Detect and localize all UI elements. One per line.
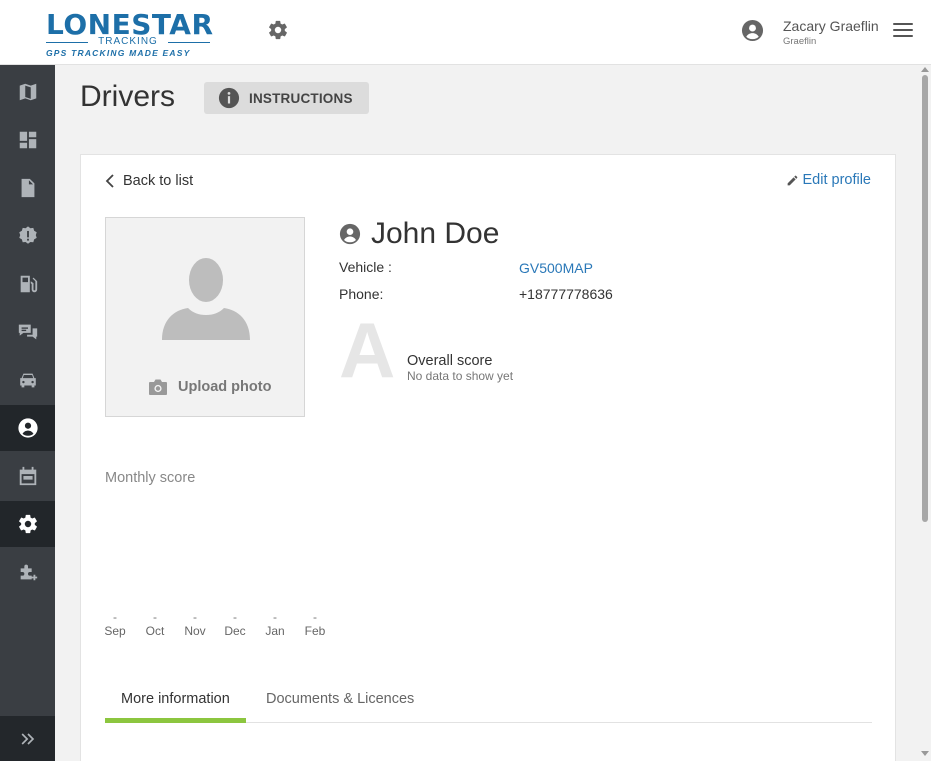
vehicle-label: Vehicle : [339,259,392,275]
sidebar-item-settings[interactable] [0,501,55,547]
month-label: Oct [145,624,165,638]
instructions-button[interactable]: INSTRUCTIONS [204,82,369,114]
sidebar-item-fuel[interactable] [0,261,55,307]
month-value: - [193,610,197,624]
score-grade: A [339,306,396,394]
month-label: Sep [104,624,126,638]
chevron-left-icon [105,174,114,188]
overall-score-label: Overall score [407,353,493,369]
upload-photo[interactable]: Upload photo [148,378,271,396]
month-value: - [113,610,117,624]
lonestar-logo[interactable]: LONESTAR TRACKING GPS TRACKING MADE EASY [46,10,216,58]
double-chevron-right-icon [21,732,34,745]
profile-tabs: More information Documents & Licences [105,678,872,723]
overall-score-status: No data to show yet [407,369,514,383]
photo-upload-box[interactable]: Upload photo [105,217,305,417]
person-silhouette-icon [162,258,250,340]
driver-name: John Doe [371,217,500,250]
tab-documents-licences[interactable]: Documents & Licences [250,678,430,723]
sidebar-item-calendar[interactable] [0,453,55,499]
integrations-icon [20,564,37,581]
phone-label: Phone: [339,286,384,302]
sidebar-item-integrations[interactable] [0,549,55,595]
vehicle-icon [19,373,36,388]
back-to-list-link[interactable]: Back to list [105,173,193,189]
map-icon [19,83,36,101]
monthly-score-title: Monthly score [105,470,196,486]
upload-photo-label: Upload photo [178,379,272,395]
month-score: - Dec [215,610,255,638]
sidebar-expand-button[interactable] [0,716,55,761]
dashboard-icon [19,131,36,149]
back-label: Back to list [123,173,194,189]
month-score: - Feb [295,610,335,638]
page-title: Drivers [80,80,175,113]
driver-name-heading: John Doe [339,217,499,251]
logo-mid-text: TRACKING [46,37,210,47]
page-scrollbar[interactable] [918,65,931,761]
month-label: Dec [224,624,246,638]
logo-tagline: GPS TRACKING MADE EASY [46,48,191,58]
month-value: - [313,610,317,624]
scroll-down-arrow-icon[interactable] [921,751,929,756]
edit-profile-label: Edit profile [802,172,871,188]
sidebar [0,65,55,761]
pencil-icon [788,175,798,185]
edit-profile-link[interactable]: Edit profile [786,172,871,188]
month-score: - Sep [95,610,135,638]
sidebar-item-messages[interactable] [0,309,55,355]
user-subtitle: Graeflin [783,36,817,47]
driver-profile-card: Back to list Edit profile Upload photo J… [80,154,896,761]
user-name[interactable]: Zacary Graeflin [783,18,879,34]
info-icon [218,87,240,109]
sidebar-item-dashboard[interactable] [0,117,55,163]
reports-icon [21,178,34,198]
scrollbar-thumb[interactable] [922,75,928,522]
instructions-label: INSTRUCTIONS [249,90,353,106]
sidebar-item-map[interactable] [0,69,55,115]
month-label: Feb [304,624,326,638]
camera-icon [149,379,167,395]
month-value: - [273,610,277,624]
month-score: - Oct [135,610,175,638]
scroll-up-arrow-icon[interactable] [921,67,929,72]
sidebar-item-alerts[interactable] [0,213,55,259]
sidebar-item-vehicles[interactable] [0,357,55,403]
top-bar: LONESTAR TRACKING GPS TRACKING MADE EASY… [0,0,931,65]
user-circle-icon [339,223,361,245]
settings-icon [18,514,37,534]
gear-icon[interactable] [267,19,289,41]
calendar-icon [19,466,36,486]
phone-value: +18777778636 [519,286,613,302]
tab-more-information[interactable]: More information [105,678,246,723]
alerts-icon [18,226,37,244]
menu-icon[interactable] [893,23,913,39]
month-score: - Jan [255,610,295,638]
month-value: - [153,610,157,624]
sidebar-item-drivers[interactable] [0,405,55,451]
fuel-icon [20,275,37,293]
vehicle-link[interactable]: GV500MAP [519,260,593,276]
month-score: - Nov [175,610,215,638]
messages-icon [18,324,37,340]
driver-icon [17,418,38,438]
sidebar-item-reports[interactable] [0,165,55,211]
month-label: Nov [184,624,206,638]
user-avatar-icon[interactable] [741,19,764,42]
month-value: - [233,610,237,624]
month-label: Jan [265,624,285,638]
